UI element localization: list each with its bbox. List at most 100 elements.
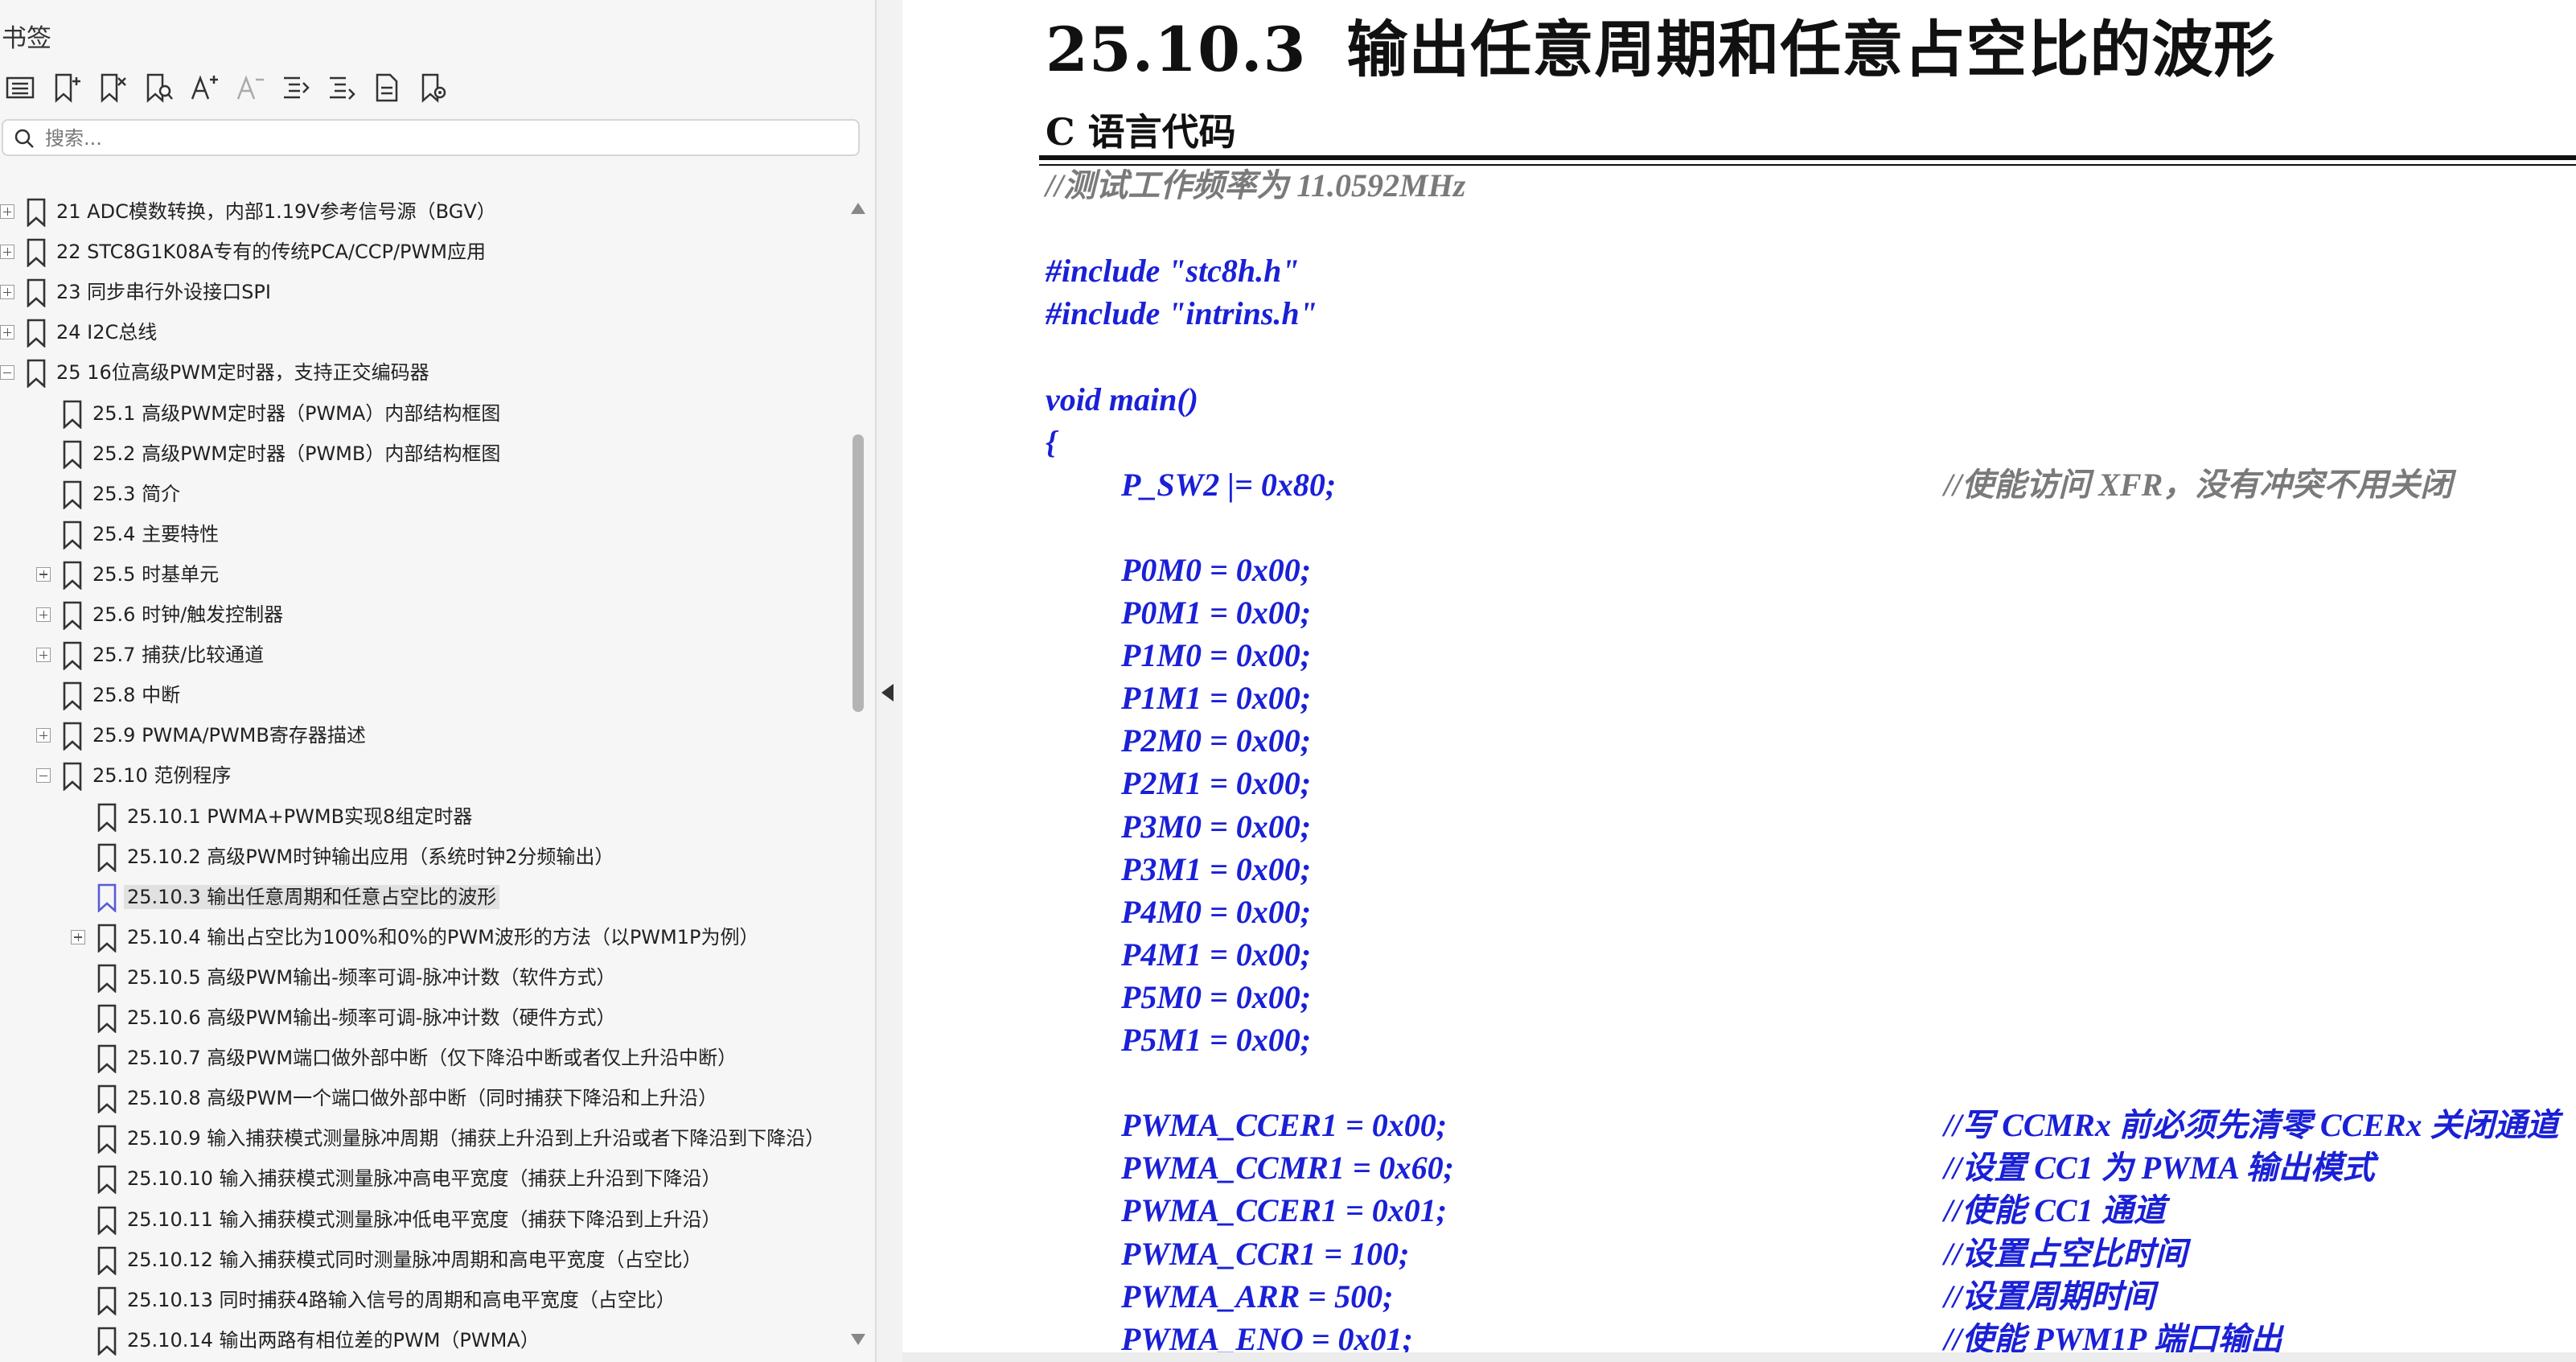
- bookmark-label: 25.10.5 高级PWM输出-频率可调-脉冲计数（软件方式）: [127, 965, 616, 989]
- bookmark-item[interactable]: 25.10.5 高级PWM输出-频率可调-脉冲计数（软件方式）: [0, 959, 836, 999]
- delete-bookmark-icon[interactable]: [93, 69, 130, 106]
- search-input[interactable]: [43, 124, 851, 153]
- bookmark-item[interactable]: 25.10.10 输入捕获模式测量脉冲高电平宽度（捕获上升沿到下降沿）: [0, 1160, 836, 1200]
- bookmark-item[interactable]: 25.10.11 输入捕获模式测量脉冲低电平宽度（捕获下降沿到上升沿）: [0, 1201, 836, 1241]
- bookmark-item[interactable]: 25.10.7 高级PWM端口做外部中断（仅下降沿中断或者仅上升沿中断）: [0, 1039, 836, 1080]
- bookmark-item[interactable]: 23 同步串行外设接口SPI: [0, 274, 836, 314]
- bookmark-item[interactable]: 25.10.13 同时捕获4路输入信号的周期和高电平宽度（占空比）: [0, 1282, 836, 1322]
- code-line: PWMA_ARR = 500;: [1121, 1278, 1394, 1315]
- code-block: //测试工作频率为 11.0592MHz #include "stc8h.h" #i…: [902, 0, 2576, 1362]
- bookmark-icon: [26, 319, 47, 349]
- collapse-icon[interactable]: [36, 768, 51, 784]
- bookmark-tree: 21 ADC模数转换，内部1.19V参考信号源（BGV） 22 STC8G1K08…: [0, 193, 836, 1362]
- code-line: P3M1 = 0x00;: [1121, 850, 1312, 887]
- scroll-up-arrow-icon[interactable]: [851, 203, 865, 214]
- bookmark-item[interactable]: 25.10.4 输出占空比为100%和0%的PWM波形的方法（以PWM1P为例）: [0, 919, 836, 959]
- code-line: PWMA_CCR1 = 100;: [1121, 1235, 1410, 1272]
- bookmark-item[interactable]: 25.7 捕获/比较通道: [0, 636, 836, 677]
- bookmark-icon: [97, 1327, 117, 1356]
- bookmark-label: 25.10.9 输入捕获模式测量脉冲周期（捕获上升沿到上升沿或者下降沿到下降沿）: [127, 1127, 825, 1150]
- expand-icon[interactable]: [0, 245, 14, 260]
- bookmark-item[interactable]: 25.10.12 输入捕获模式同时测量脉冲周期和高电平宽度（占空比）: [0, 1241, 836, 1282]
- code-line: P3M0 = 0x00;: [1121, 808, 1312, 845]
- bookmark-label: 25.8 中断: [92, 684, 181, 707]
- bookmark-item[interactable]: 25.10.6 高级PWM输出-频率可调-脉冲计数（硬件方式）: [0, 999, 836, 1039]
- bookmark-label: 25.10.3 输出任意周期和任意占空比的波形: [124, 884, 500, 909]
- bookmark-item[interactable]: 25.10.2 高级PWM时钟输出应用（系统时钟2分频输出）: [0, 838, 836, 879]
- bookmark-label: 25.10.1 PWMA+PWMB实现8组定时器: [127, 804, 473, 828]
- code-line: P0M1 = 0x00;: [1121, 595, 1312, 631]
- code-line: P5M1 = 0x00;: [1121, 1022, 1312, 1058]
- expand-icon[interactable]: [71, 929, 85, 944]
- bookmark-scrollbar[interactable]: [843, 193, 873, 1362]
- expand-icon[interactable]: [36, 566, 51, 582]
- code-line: PWMA_CCER1 = 0x00;: [1121, 1107, 1448, 1144]
- bookmark-label: 25.4 主要特性: [92, 522, 220, 545]
- search-box[interactable]: [2, 119, 860, 156]
- bookmark-label: 25 16位高级PWM定时器，支持正交编码器: [56, 361, 429, 385]
- bookmark-item[interactable]: 25.10 范例程序: [0, 757, 836, 797]
- bookmark-item[interactable]: 25.1 高级PWM定时器（PWMA）内部结构框图: [0, 395, 836, 435]
- bookmark-label: 25.10.8 高级PWM一个端口做外部中断（同时捕获下降沿和上升沿）: [127, 1087, 718, 1110]
- bookmark-label: 25.2 高级PWM定时器（PWMB）内部结构框图: [92, 442, 501, 465]
- bookmark-icon: [62, 480, 83, 510]
- document-icon[interactable]: [368, 69, 405, 106]
- bookmark-icon: [26, 278, 47, 309]
- panel-splitter[interactable]: [877, 0, 902, 1362]
- bookmark-icon: [62, 561, 83, 590]
- bookmark-item[interactable]: 25.10.9 输入捕获模式测量脉冲周期（捕获上升沿到上升沿或者下降沿到下降沿）: [0, 1120, 836, 1160]
- bookmark-item[interactable]: 24 I2C总线: [0, 314, 836, 354]
- find-bookmark-icon[interactable]: [139, 69, 176, 106]
- bookmark-item[interactable]: 25.9 PWMA/PWMB寄存器描述: [0, 717, 836, 757]
- bookmark-item[interactable]: 25.10.1 PWMA+PWMB实现8组定时器: [0, 798, 836, 838]
- bookmark-item[interactable]: 25.10.3 输出任意周期和任意占空比的波形: [0, 879, 836, 919]
- bookmark-label: 25.10.11 输入捕获模式测量脉冲低电平宽度（捕获下降沿到上升沿）: [127, 1208, 721, 1231]
- bookmark-label: 25.10.13 同时捕获4路输入信号的周期和高电平宽度（占空比）: [127, 1288, 676, 1311]
- scroll-down-arrow-icon[interactable]: [851, 1334, 865, 1345]
- bookmark-item[interactable]: 25.10.14 输出两路有相位差的PWM（PWMA）: [0, 1322, 836, 1362]
- bookmark-item[interactable]: 25.10.8 高级PWM一个端口做外部中断（同时捕获下降沿和上升沿）: [0, 1080, 836, 1120]
- code-line: P1M1 = 0x00;: [1121, 680, 1312, 717]
- bookmark-item[interactable]: 25.2 高级PWM定时器（PWMB）内部结构框图: [0, 435, 836, 475]
- add-bookmark-icon[interactable]: [47, 69, 84, 106]
- search-icon: [14, 129, 34, 148]
- font-decrease-icon[interactable]: [231, 69, 268, 106]
- code-line: {: [1046, 423, 1057, 460]
- list-icon[interactable]: [2, 69, 39, 106]
- expand-all-icon[interactable]: [277, 69, 314, 106]
- code-line: PWMA_CCER1 = 0x01;: [1121, 1192, 1448, 1229]
- bookmark-settings-icon[interactable]: [414, 69, 451, 106]
- expand-icon[interactable]: [36, 728, 51, 743]
- expand-icon[interactable]: [36, 607, 51, 622]
- expand-icon[interactable]: [36, 648, 51, 663]
- bookmark-item[interactable]: 25.6 时钟/触发控制器: [0, 596, 836, 636]
- scroll-thumb[interactable]: [853, 434, 864, 712]
- bookmark-item[interactable]: 21 ADC模数转换，内部1.19V参考信号源（BGV）: [0, 193, 836, 233]
- expand-icon[interactable]: [0, 325, 14, 340]
- bookmark-label: 25.10.6 高级PWM输出-频率可调-脉冲计数（硬件方式）: [127, 1006, 616, 1029]
- bookmark-icon: [97, 1165, 117, 1195]
- collapse-all-icon[interactable]: [323, 69, 359, 106]
- code-comment: //测试工作频率为 11.0592MHz: [1046, 167, 1466, 204]
- bookmark-label: 25.10.12 输入捕获模式同时测量脉冲周期和高电平宽度（占空比）: [127, 1248, 702, 1271]
- bookmark-item[interactable]: 25.5 时基单元: [0, 556, 836, 596]
- bookmark-item[interactable]: 25.8 中断: [0, 677, 836, 717]
- bookmark-label: 25.10.10 输入捕获模式测量脉冲高电平宽度（捕获上升沿到下降沿）: [127, 1167, 721, 1191]
- bookmark-icon: [97, 1044, 117, 1075]
- bookmark-item[interactable]: 25.3 简介: [0, 475, 836, 516]
- collapse-panel-icon[interactable]: [881, 684, 894, 702]
- horizontal-scrollbar-track: [902, 1352, 2576, 1362]
- bookmark-icon: [97, 1125, 117, 1155]
- bookmark-item[interactable]: 22 STC8G1K08A专有的传统PCA/CCP/PWM应用: [0, 233, 836, 274]
- bookmark-icon: [62, 762, 83, 792]
- bookmark-label: 25.9 PWMA/PWMB寄存器描述: [92, 724, 366, 747]
- font-increase-icon[interactable]: [185, 69, 222, 106]
- bookmark-icon: [62, 641, 83, 672]
- bookmark-item[interactable]: 25 16位高级PWM定时器，支持正交编码器: [0, 354, 836, 394]
- collapse-icon[interactable]: [0, 365, 14, 381]
- code-comment: //使能访问 XFR，没有冲突不用关闭: [1944, 466, 2453, 503]
- bookmark-item[interactable]: 25.4 主要特性: [0, 516, 836, 556]
- expand-icon[interactable]: [0, 285, 14, 300]
- expand-icon[interactable]: [0, 204, 14, 219]
- bookmark-label: 25.3 简介: [92, 482, 181, 505]
